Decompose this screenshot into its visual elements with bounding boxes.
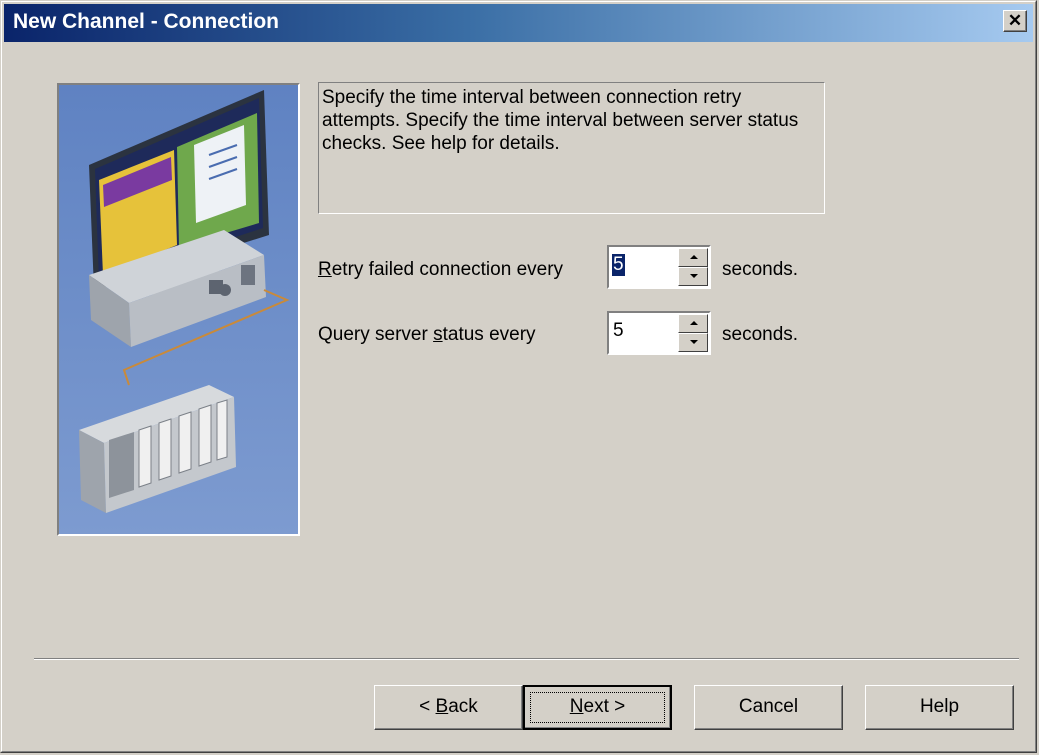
dialog-window: New Channel - Connection ✕ Specify the t… bbox=[0, 0, 1037, 753]
description-text: Specify the time interval between connec… bbox=[322, 87, 799, 154]
title-bar[interactable]: New Channel - Connection ✕ bbox=[4, 4, 1033, 42]
arrow-down-icon bbox=[690, 274, 698, 278]
wizard-illustration bbox=[57, 83, 300, 536]
close-button[interactable]: ✕ bbox=[1003, 10, 1027, 32]
arrow-up-icon bbox=[690, 321, 698, 325]
query-label: Query server status every bbox=[318, 324, 536, 346]
query-label-pre: Query server bbox=[318, 324, 434, 345]
window-title: New Channel - Connection bbox=[13, 10, 280, 33]
query-label-post: tatus every bbox=[442, 324, 536, 345]
retry-interval-stepper[interactable]: 5 bbox=[607, 245, 711, 289]
back-prefix: < bbox=[419, 696, 436, 717]
retry-interval-input[interactable]: 5 bbox=[612, 254, 625, 276]
retry-label-rest: etry failed connection every bbox=[331, 259, 564, 280]
pc-plc-illustration bbox=[59, 85, 298, 534]
focus-rect bbox=[530, 692, 665, 723]
retry-label-accel: R bbox=[318, 259, 332, 280]
query-unit: seconds. bbox=[722, 324, 799, 345]
button-separator bbox=[34, 658, 1019, 660]
back-accel: B bbox=[435, 696, 449, 717]
back-button[interactable]: < Back bbox=[374, 685, 523, 730]
back-rest: ack bbox=[448, 696, 478, 717]
arrow-up-icon bbox=[690, 255, 698, 259]
close-icon: ✕ bbox=[1007, 11, 1023, 30]
retry-decrement-button[interactable] bbox=[678, 267, 708, 286]
next-button[interactable]: Next > bbox=[523, 685, 672, 730]
description-box: Specify the time interval between connec… bbox=[318, 82, 825, 214]
query-interval-input[interactable]: 5 bbox=[613, 320, 624, 342]
retry-label: Retry failed connection every bbox=[318, 259, 563, 281]
query-increment-button[interactable] bbox=[678, 314, 708, 333]
retry-unit: seconds. bbox=[722, 259, 799, 280]
help-button[interactable]: Help bbox=[865, 685, 1014, 730]
arrow-down-icon bbox=[690, 340, 698, 344]
query-decrement-button[interactable] bbox=[678, 333, 708, 352]
cancel-button[interactable]: Cancel bbox=[694, 685, 843, 730]
query-label-accel: s bbox=[433, 324, 443, 345]
query-interval-stepper[interactable]: 5 bbox=[607, 311, 711, 355]
retry-increment-button[interactable] bbox=[678, 248, 708, 267]
